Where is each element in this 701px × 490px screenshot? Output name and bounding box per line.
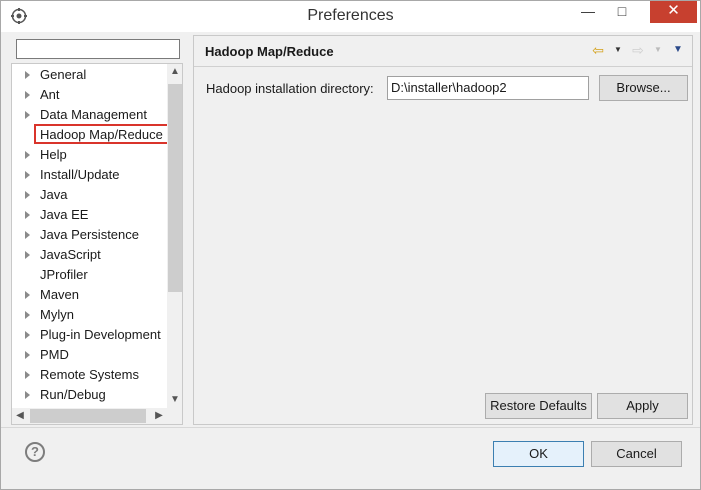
tree-item[interactable]: Plug-in Development [12,325,167,345]
footer-divider [1,427,700,428]
tree-item[interactable]: Maven [12,285,167,305]
page-title: Hadoop Map/Reduce [205,44,334,59]
scroll-down-icon[interactable]: ▼ [167,392,182,408]
preference-tree: Run/Debug Remote Systems PMD Plug-in Develo… [11,63,183,425]
tree-horizontal-scrollbar[interactable]: ◀ ▶ [12,408,167,424]
expand-arrow-icon[interactable] [25,71,30,79]
minimize-button[interactable]: — [573,1,603,23]
page-header: Hadoop Map/Reduce ⇦ ▼ ⇨ ▼ ▼ [194,36,692,67]
tree-item[interactable]: Data Management [12,105,167,125]
scroll-right-icon[interactable]: ▶ [151,408,167,424]
title-bar: Preferences — □ ✕ [1,1,700,32]
browse-button[interactable]: Browse... [599,75,688,101]
expand-arrow-icon[interactable] [25,351,30,359]
scroll-corner [167,408,182,424]
tree-item-label: JProfiler [40,267,88,282]
tree-item-label: Ant [40,87,60,102]
tree-item-label: General [40,67,87,82]
scroll-left-icon[interactable]: ◀ [12,408,28,424]
expand-arrow-icon[interactable] [25,311,30,319]
tree-item[interactable]: Hadoop Map/Reduce [12,124,172,145]
expand-arrow-icon[interactable] [25,391,30,399]
expand-arrow-icon[interactable] [25,111,30,119]
expand-arrow-icon[interactable] [25,191,30,199]
hadoop-dir-label: Hadoop installation directory: [206,81,374,96]
tree-item[interactable]: JProfiler [12,265,167,285]
tree-item-label: JavaScript [40,247,101,262]
tree-item-label: Maven [40,287,80,302]
view-menu-icon[interactable]: ▼ [670,42,686,58]
apply-button[interactable]: Apply [597,393,688,419]
expand-arrow-icon[interactable] [25,251,30,259]
restore-defaults-button[interactable]: Restore Defaults [485,393,592,419]
tree-item[interactable]: General [12,65,167,85]
vertical-scroll-thumb[interactable] [168,84,182,292]
tree-item[interactable]: Run/Debug [12,385,167,405]
back-dropdown-icon[interactable]: ▼ [610,42,626,58]
tree-item[interactable]: JavaScript [12,245,167,265]
help-icon[interactable]: ? [25,442,45,462]
hadoop-dir-input[interactable]: D:\installer\hadoop2 [387,76,589,100]
tree-item[interactable]: Help [12,145,167,165]
tree-item-label: Run/Debug [40,387,106,402]
expand-arrow-icon[interactable] [25,151,30,159]
tree-item[interactable]: Java EE [12,205,167,225]
tree-vertical-scrollbar[interactable]: ▲ ▼ [167,64,182,408]
preference-page: Hadoop Map/Reduce ⇦ ▼ ⇨ ▼ ▼ Hadoop insta… [193,35,693,425]
expand-arrow-icon[interactable] [25,231,30,239]
tree-item-label: Java [40,187,68,202]
ok-button[interactable]: OK [493,441,584,467]
scroll-up-icon[interactable]: ▲ [167,64,182,80]
tree-item-label: PMD [40,347,69,362]
tree-item[interactable]: Java [12,185,167,205]
tree-item-label: Plug-in Development [40,327,161,342]
tree-item[interactable]: Mylyn [12,305,167,325]
expand-arrow-icon[interactable] [25,291,30,299]
cancel-button[interactable]: Cancel [591,441,682,467]
tree-item[interactable]: PMD [12,345,167,365]
tree-item[interactable]: Remote Systems [12,365,167,385]
forward-arrow-icon[interactable]: ⇨ [630,42,646,58]
tree-item-label: Install/Update [40,167,120,182]
expand-arrow-icon[interactable] [25,331,30,339]
close-button[interactable]: ✕ [650,1,697,23]
back-arrow-icon[interactable]: ⇦ [590,42,606,58]
tree-item[interactable]: Ant [12,85,167,105]
tree-item-label: Hadoop Map/Reduce [40,127,163,142]
tree-item[interactable]: Install/Update [12,165,167,185]
tree-item[interactable]: Java Persistence [12,225,167,245]
expand-arrow-icon[interactable] [25,91,30,99]
maximize-button[interactable]: □ [607,1,637,23]
tree-item-label: Remote Systems [40,367,139,382]
tree-item-label: Java Persistence [40,227,139,242]
expand-arrow-icon[interactable] [25,171,30,179]
horizontal-scroll-thumb[interactable] [30,409,146,423]
tree-item-label: Help [40,147,67,162]
forward-dropdown-icon[interactable]: ▼ [650,42,666,58]
preferences-dialog: Preferences — □ ✕ Run/Debug Remote System… [0,0,701,490]
filter-input[interactable] [16,39,180,59]
expand-arrow-icon[interactable] [25,371,30,379]
tree-item-label: Data Management [40,107,147,122]
tree-item-label: Mylyn [40,307,74,322]
expand-arrow-icon[interactable] [25,211,30,219]
tree-item-label: Java EE [40,207,89,222]
